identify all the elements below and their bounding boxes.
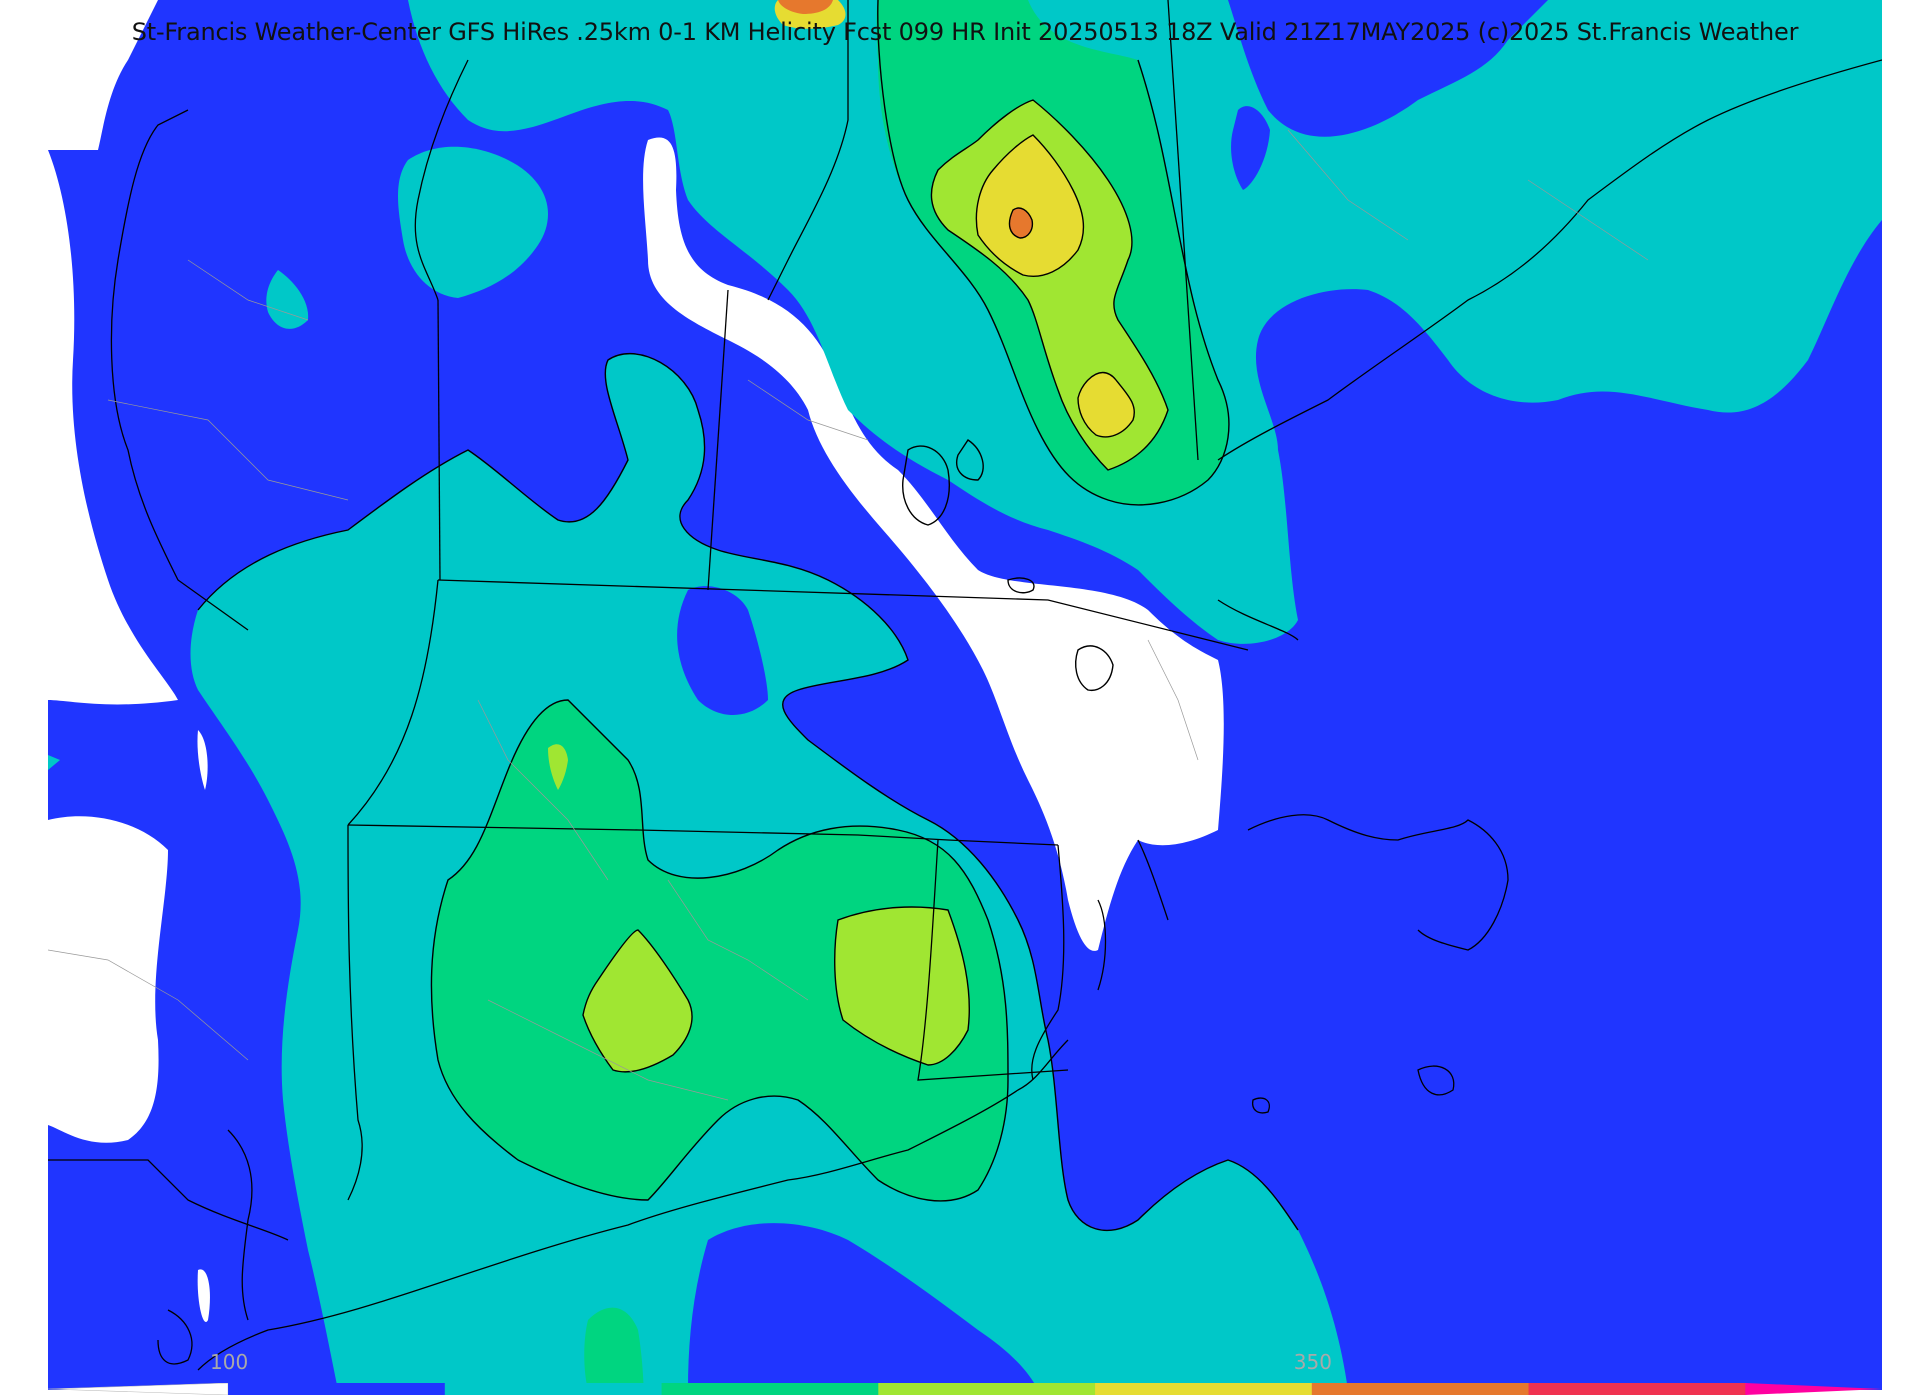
colorbar-segment (444, 1383, 663, 1395)
map-title: St-Francis Weather-Center GFS HiRes .25k… (131, 18, 1799, 46)
colorbar-segment (228, 1383, 446, 1395)
colorbar-segment (1311, 1383, 1530, 1395)
colorbar-segment (1528, 1383, 1747, 1395)
colorbar-segment (1745, 1383, 1882, 1395)
colorbar-tick-label: 350 (1293, 1350, 1332, 1374)
colorbar-segment (48, 1383, 229, 1395)
colorbar-segment (878, 1383, 1097, 1395)
map-canvas (48, 0, 1882, 1390)
helicity-map: St-Francis Weather-Center GFS HiRes .25k… (48, 0, 1882, 1390)
colorbar-tick-label: 100 (210, 1350, 249, 1374)
colorbar-segment (1095, 1383, 1313, 1395)
colorbar (48, 1383, 1882, 1395)
colorbar-segment (661, 1383, 880, 1395)
